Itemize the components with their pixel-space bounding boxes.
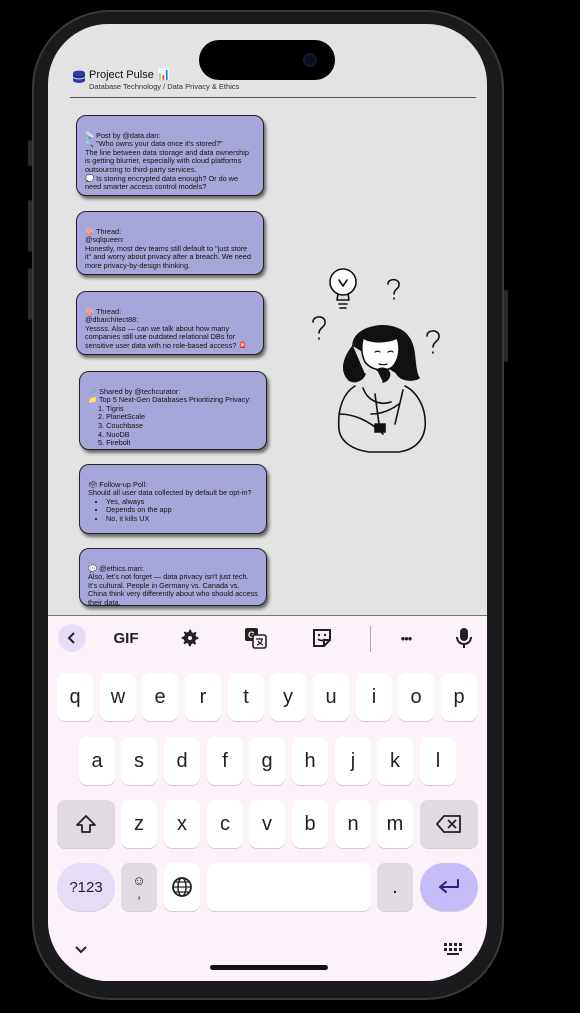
key-x[interactable]: x (164, 800, 200, 848)
thread-card[interactable]: 🧠 Thread: @sqlqueen: Honestly, most dev … (76, 211, 264, 275)
post-text: 🗳 Follow-up Poll: Should all user data c… (88, 479, 252, 498)
key-b[interactable]: b (292, 800, 328, 848)
home-indicator (210, 965, 328, 970)
screen: Project Pulse 📊 Database Technology / Da… (48, 24, 487, 981)
settings-button[interactable] (176, 624, 204, 652)
camera-icon (303, 53, 317, 67)
language-key[interactable] (164, 863, 200, 911)
toolbar-divider (370, 626, 371, 652)
numbers-key[interactable]: ?123 (57, 863, 115, 911)
thread-card[interactable]: 🧠 Thread: @dbarchitect88: Yessss. Also —… (76, 291, 264, 355)
key-u[interactable]: u (313, 673, 349, 721)
key-l[interactable]: l (420, 737, 456, 785)
key-p[interactable]: p (441, 673, 477, 721)
post-text: 🔗 Shared by @techcurator: 📁 Top 5 Next-G… (88, 386, 252, 405)
keyboard: GIF G ••• q w e r t y u i o p a s d f g … (48, 615, 487, 981)
post-text: 📡 Post by @data.dan: 🔍 "Who owns your da… (85, 130, 249, 192)
more-button[interactable]: ••• (392, 624, 420, 652)
comment-card[interactable]: 💬 @ethics.mari: Also, let's not forget —… (79, 548, 267, 606)
key-h[interactable]: h (292, 737, 328, 785)
emoji-comma-key[interactable]: ☺ , (121, 863, 157, 911)
key-g[interactable]: g (249, 737, 285, 785)
volume-up-button (28, 200, 32, 252)
backspace-icon (436, 815, 461, 833)
key-c[interactable]: c (207, 800, 243, 848)
key-t[interactable]: t (228, 673, 264, 721)
shared-list-card[interactable]: 🔗 Shared by @techcurator: 📁 Top 5 Next-G… (79, 371, 267, 450)
key-n[interactable]: n (335, 800, 371, 848)
key-f[interactable]: f (207, 737, 243, 785)
translate-icon: G (245, 628, 267, 649)
key-o[interactable]: o (398, 673, 434, 721)
thinking-woman-illustration (312, 268, 440, 453)
backspace-key[interactable] (420, 800, 478, 848)
key-e[interactable]: e (142, 673, 178, 721)
shift-icon (76, 815, 96, 833)
poll-option[interactable]: No, it kills UX (106, 514, 258, 524)
key-d[interactable]: d (164, 737, 200, 785)
key-m[interactable]: m (377, 800, 413, 848)
globe-icon (172, 877, 192, 897)
volume-down-button (28, 268, 32, 320)
period-key[interactable]: . (377, 863, 413, 911)
sticker-icon (313, 629, 331, 647)
keyboard-icon (444, 943, 462, 955)
page-title: Project Pulse 📊 (89, 69, 171, 81)
key-i[interactable]: i (356, 673, 392, 721)
database-icon (73, 70, 85, 83)
key-y[interactable]: y (270, 673, 306, 721)
keyboard-switch-button[interactable] (444, 942, 464, 956)
microphone-icon (456, 628, 472, 648)
power-button (504, 290, 508, 362)
shift-key[interactable] (57, 800, 115, 848)
collapse-toolbar-button[interactable] (58, 624, 86, 652)
key-r[interactable]: r (185, 673, 221, 721)
action-button (28, 140, 32, 166)
post-text: 💬 @ethics.mari: Also, let's not forget —… (88, 563, 258, 606)
list-item: Firebolt (98, 439, 258, 448)
gear-icon (181, 629, 199, 647)
poll-card[interactable]: 🗳 Follow-up Poll: Should all user data c… (79, 464, 267, 534)
key-a[interactable]: a (79, 737, 115, 785)
hide-keyboard-button[interactable] (74, 942, 92, 956)
enter-icon (439, 879, 459, 893)
post-text: 🧠 Thread: @dbarchitect88: Yessss. Also —… (85, 306, 248, 351)
translate-button[interactable]: G (242, 624, 270, 652)
key-q[interactable]: q (57, 673, 93, 721)
chevron-down-icon (75, 946, 87, 954)
voice-input-button[interactable] (450, 624, 478, 652)
post-card[interactable]: 📡 Post by @data.dan: 🔍 "Who owns your da… (76, 115, 264, 196)
key-s[interactable]: s (121, 737, 157, 785)
spacebar[interactable] (207, 863, 371, 911)
app-header: Project Pulse 📊 Database Technology / Da… (70, 68, 476, 98)
post-text: 🧠 Thread: @sqlqueen: Honestly, most dev … (85, 226, 251, 271)
chevron-left-icon (67, 632, 75, 644)
enter-key[interactable] (420, 863, 478, 911)
breadcrumb: Database Technology / Data Privacy & Eth… (89, 82, 240, 91)
key-v[interactable]: v (249, 800, 285, 848)
key-j[interactable]: j (335, 737, 371, 785)
gif-button[interactable]: GIF (106, 624, 146, 652)
key-k[interactable]: k (377, 737, 413, 785)
sticker-button[interactable] (308, 624, 336, 652)
key-w[interactable]: w (100, 673, 136, 721)
key-z[interactable]: z (121, 800, 157, 848)
